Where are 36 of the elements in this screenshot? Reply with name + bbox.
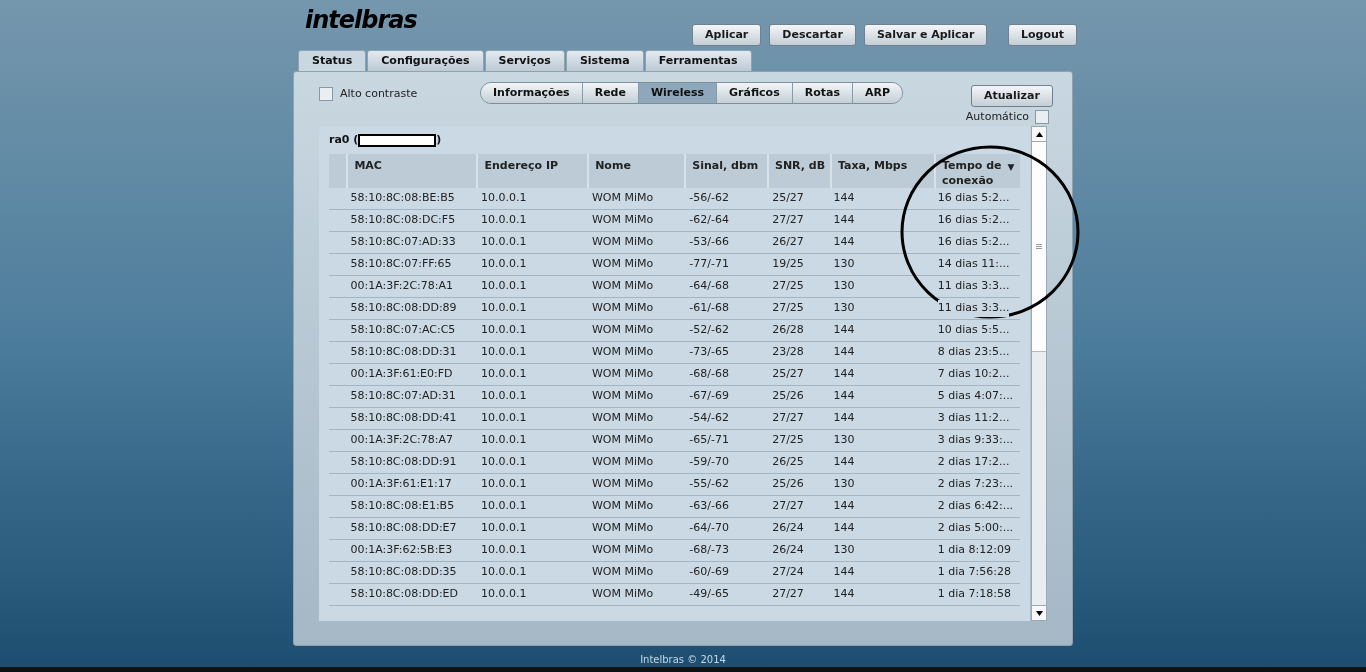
sort-indicator: ▼ <box>1007 161 1015 174</box>
column-header[interactable]: Sinal, dbm <box>686 154 769 188</box>
refresh-button[interactable]: Atualizar <box>971 85 1053 108</box>
footer-text: Intelbras © 2014 <box>640 653 726 667</box>
column-header[interactable]: Endereço IP <box>478 154 590 188</box>
column-header[interactable]: Taxa, Mbps <box>832 154 936 188</box>
subtab[interactable]: Informações <box>481 83 583 103</box>
scroll-up-icon[interactable] <box>1035 131 1043 137</box>
column-header[interactable]: Nome <box>589 154 687 188</box>
tab[interactable]: Serviços <box>484 50 565 71</box>
action-button[interactable]: Aplicar <box>692 24 762 46</box>
subtab[interactable]: Rotas <box>792 83 853 103</box>
subtab[interactable]: Wireless <box>638 83 718 103</box>
subtab[interactable]: Gráficos <box>717 83 793 103</box>
table-cell: 11 dias 3:3... <box>937 300 1010 317</box>
column-header[interactable]: MAC <box>348 154 479 188</box>
interface-label: ra0 ( <box>329 131 359 148</box>
column-header[interactable]: SNR, dB <box>769 154 832 188</box>
action-button[interactable]: Descartar <box>769 24 856 46</box>
subtab[interactable]: ARP <box>853 83 903 103</box>
checkbox[interactable] <box>1035 110 1049 124</box>
tab[interactable]: Sistema <box>565 50 644 71</box>
scroll-down-icon[interactable] <box>1035 610 1043 616</box>
column-header[interactable]: Tempo de conexão ▼ <box>935 154 1021 188</box>
checkbox-label: Alto contraste <box>340 85 418 102</box>
scroll-grip-icon <box>1036 244 1043 249</box>
checkbox[interactable] <box>319 87 333 101</box>
action-button[interactable]: Salvar e Aplicar <box>863 24 988 46</box>
tab[interactable]: Configurações <box>367 50 484 71</box>
checkbox-label: Automático <box>965 108 1029 125</box>
interface-label: ) <box>436 131 442 148</box>
logo: intelbras <box>305 5 417 36</box>
logout-button[interactable]: Logout <box>1008 24 1078 46</box>
subtab[interactable]: Rede <box>582 83 639 103</box>
tab[interactable]: Ferramentas <box>644 50 752 71</box>
tab[interactable]: Status <box>298 50 367 71</box>
